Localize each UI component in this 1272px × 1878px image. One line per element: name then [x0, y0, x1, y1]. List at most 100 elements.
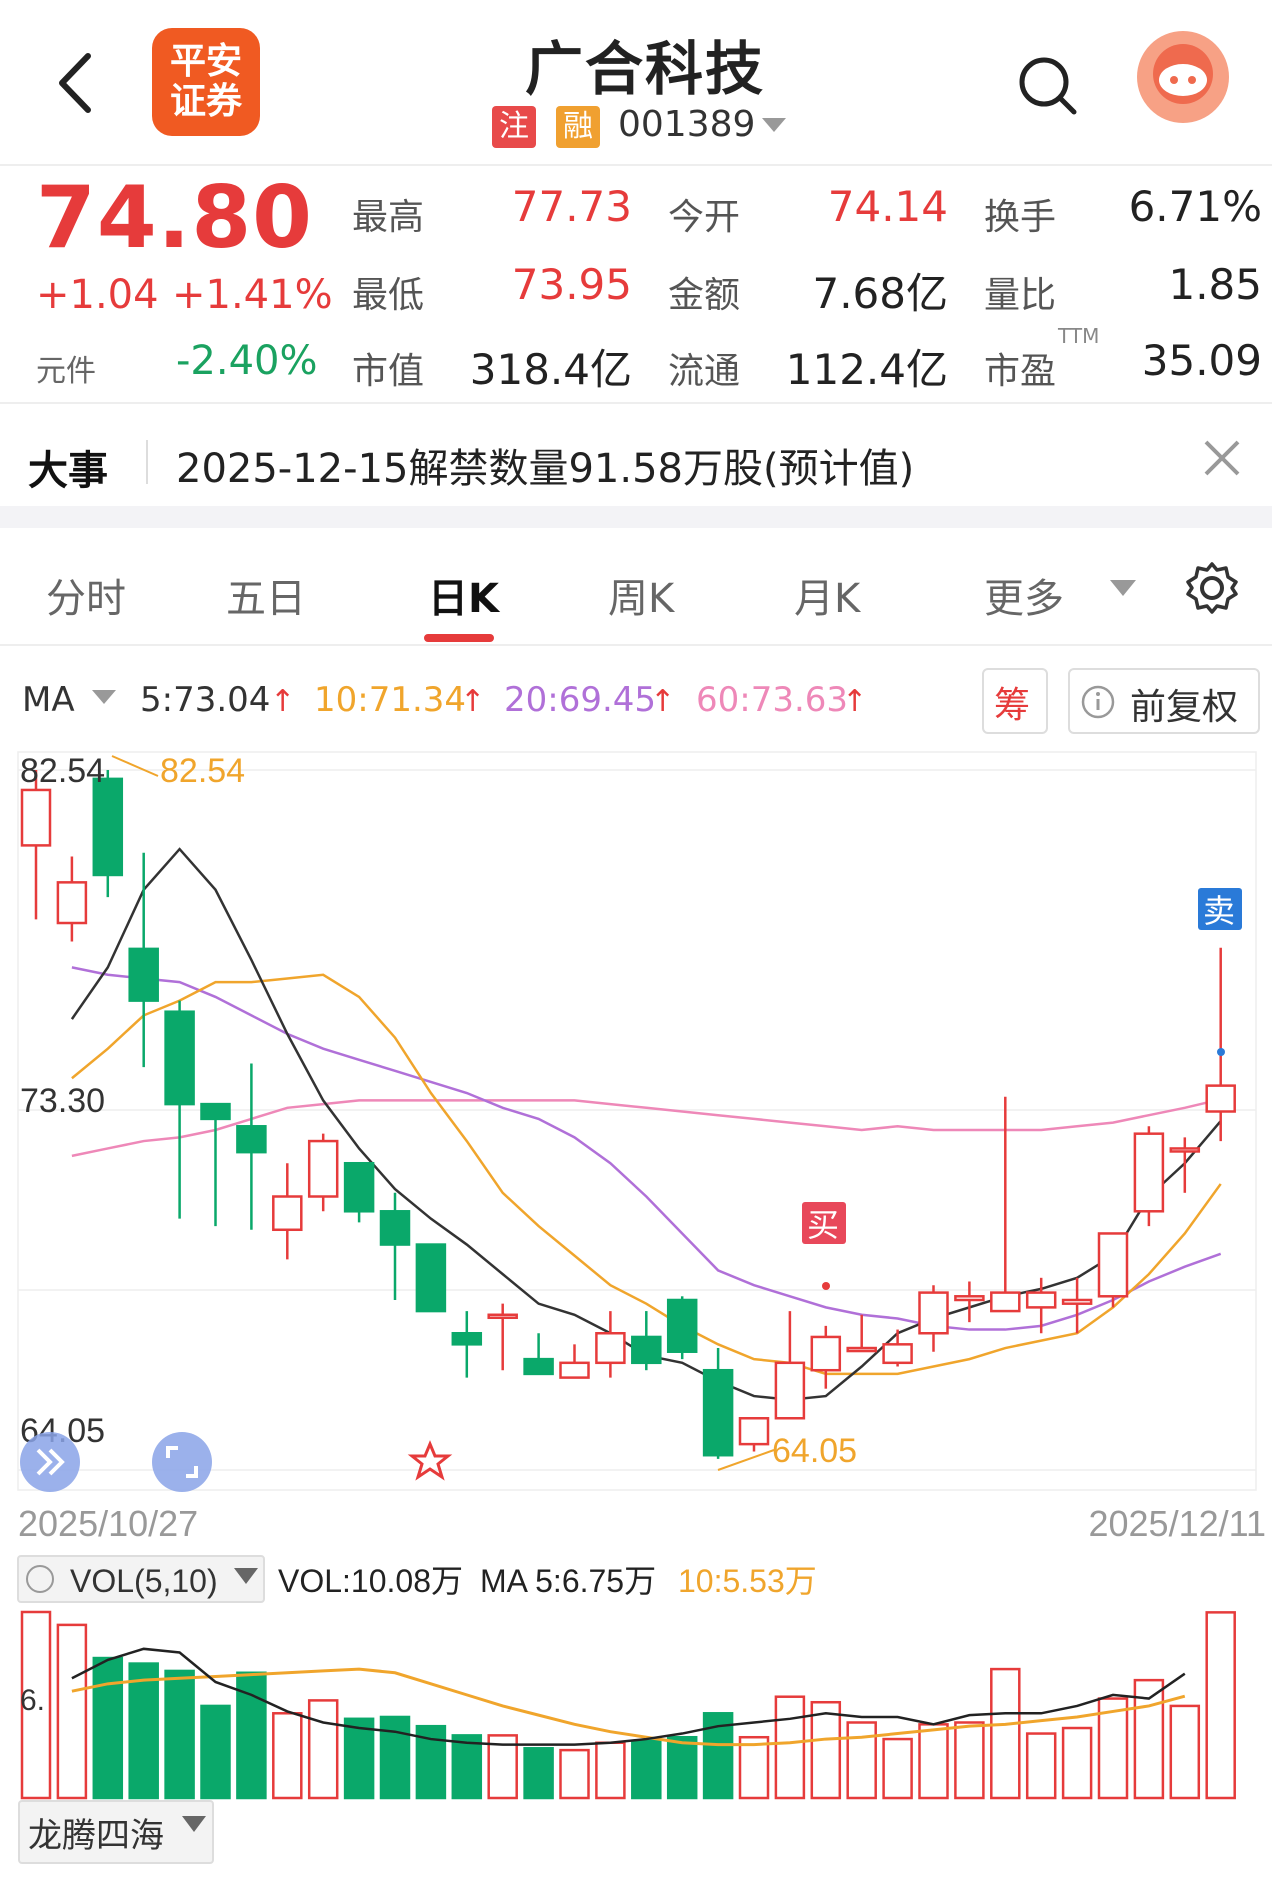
ma60-value: 60:73.63 [696, 680, 849, 720]
volume-bar [774, 1695, 806, 1800]
registration-tag: 注 [492, 106, 536, 148]
candle-body [343, 1161, 375, 1213]
ma60-up-arrow-icon: ↑ [842, 684, 868, 719]
candle-body [990, 1291, 1021, 1313]
margin-tag: 融 [556, 106, 600, 148]
sell-dot [1217, 1048, 1225, 1056]
volume-bar [56, 1623, 88, 1800]
candle-body [272, 1195, 303, 1232]
candle-body [128, 947, 159, 1002]
active-tab-indicator [424, 634, 494, 642]
candle-body [595, 1332, 626, 1365]
volume-bar [164, 1669, 195, 1800]
volume-bar [738, 1735, 770, 1800]
volume-bar [918, 1723, 949, 1800]
tab-3[interactable]: 周K [608, 566, 674, 624]
current-price: 74.80 [36, 168, 314, 268]
tab-5[interactable]: 更多 [984, 566, 1064, 624]
candle-body [559, 1361, 590, 1379]
volume-bar [990, 1667, 1021, 1800]
max-price-marker: 82.54 [160, 752, 245, 790]
volume-bar [272, 1712, 303, 1800]
volume-bar [1025, 1732, 1057, 1800]
event-text[interactable]: 2025-12-15解禁数量91.58万股(预计值) [176, 436, 914, 494]
volume-bar [523, 1747, 554, 1800]
candle-body [236, 1125, 267, 1154]
star-icon [407, 1440, 453, 1481]
end-date-label: 2025/12/11 [1088, 1503, 1266, 1544]
ma10-value: 10:71.34 [314, 680, 467, 720]
header-divider [0, 164, 1272, 166]
event-separator [146, 440, 148, 484]
candle-body [954, 1295, 985, 1302]
indicator-label: 龙腾四海 [28, 1816, 164, 1856]
y-axis-mid-label: 73.30 [20, 1082, 105, 1120]
volume-bar [631, 1739, 662, 1800]
volume-bar [128, 1662, 159, 1800]
tab-4[interactable]: 月K [794, 566, 860, 624]
stock-code[interactable]: 001389 [618, 104, 755, 145]
back-arrow-icon[interactable] [52, 48, 102, 118]
volume-bar [954, 1721, 985, 1800]
kline-chart[interactable]: 82.5473.3064.0582.5464.05买卖2025/10/27 202… [0, 740, 1272, 1800]
search-icon[interactable] [1016, 54, 1080, 118]
sector-change[interactable]: -2.40% [176, 338, 318, 384]
ttm-label: TTM [1058, 324, 1100, 348]
ma5-up-arrow-icon: ↑ [270, 684, 296, 719]
candle-body [846, 1346, 877, 1353]
volume-bar [1061, 1726, 1093, 1800]
candle-body [487, 1313, 518, 1320]
assistant-mascot-icon[interactable] [1136, 30, 1230, 124]
info-icon [1081, 685, 1115, 719]
indicator-caret-icon[interactable] [182, 1816, 206, 1832]
ma10-up-arrow-icon: ↑ [460, 684, 486, 719]
gear-icon[interactable] [1184, 560, 1240, 616]
candle-body [415, 1243, 447, 1313]
vol-label: VOL(5,10) [70, 1563, 218, 1599]
volume-bar [92, 1656, 124, 1800]
stat-value: 77.73 [511, 182, 632, 231]
stat-label: 最高 [352, 197, 425, 238]
sell-marker-label: 卖 [1203, 892, 1235, 930]
volume-bar [200, 1704, 231, 1800]
fullscreen-icon [152, 1432, 212, 1492]
volume-bar [666, 1735, 698, 1800]
candle-body [666, 1298, 698, 1353]
candle-body [307, 1139, 339, 1198]
volume-bar [379, 1715, 411, 1800]
caret-down-icon[interactable] [762, 118, 786, 132]
stat-value: 318.4亿 [469, 345, 632, 394]
ma-caret-icon[interactable] [92, 690, 116, 704]
stat-value: 73.95 [511, 260, 632, 309]
section-gap [0, 506, 1272, 528]
event-label: 大事 [28, 448, 108, 494]
stat-value: 1.85 [1168, 260, 1262, 309]
volume-bar [882, 1737, 913, 1800]
candle-body [200, 1102, 231, 1121]
tab-2[interactable]: 日K [428, 566, 499, 624]
sector-label[interactable]: 元件 [36, 346, 96, 390]
stat-value: 74.14 [827, 182, 948, 231]
candle-body [1097, 1232, 1129, 1298]
volume-bar [846, 1721, 877, 1800]
ma5-value: 5:73.04 [140, 680, 271, 720]
candle-body [1061, 1298, 1093, 1305]
candle-body [164, 1010, 195, 1106]
candle-body [92, 777, 124, 877]
more-caret-icon[interactable] [1110, 580, 1136, 596]
ma-label[interactable]: MA [22, 680, 75, 720]
vol-ma5: MA 5:6.75万 [480, 1563, 656, 1599]
volume-bar [810, 1700, 842, 1800]
tab-1[interactable]: 五日 [226, 566, 306, 624]
candle-body [774, 1361, 806, 1420]
broker-logo[interactable]: 平安证券 [152, 28, 260, 136]
volume-bar [307, 1699, 339, 1800]
candle-body [882, 1343, 913, 1365]
ma20-up-arrow-icon: ↑ [650, 684, 676, 719]
stat-label: 市值 [352, 351, 425, 392]
tab-0[interactable]: 分时 [46, 566, 126, 624]
volume-bar [343, 1717, 375, 1800]
close-icon[interactable] [1200, 436, 1244, 480]
volume-bar [1169, 1704, 1201, 1800]
stat-label: 金额 [668, 275, 741, 316]
